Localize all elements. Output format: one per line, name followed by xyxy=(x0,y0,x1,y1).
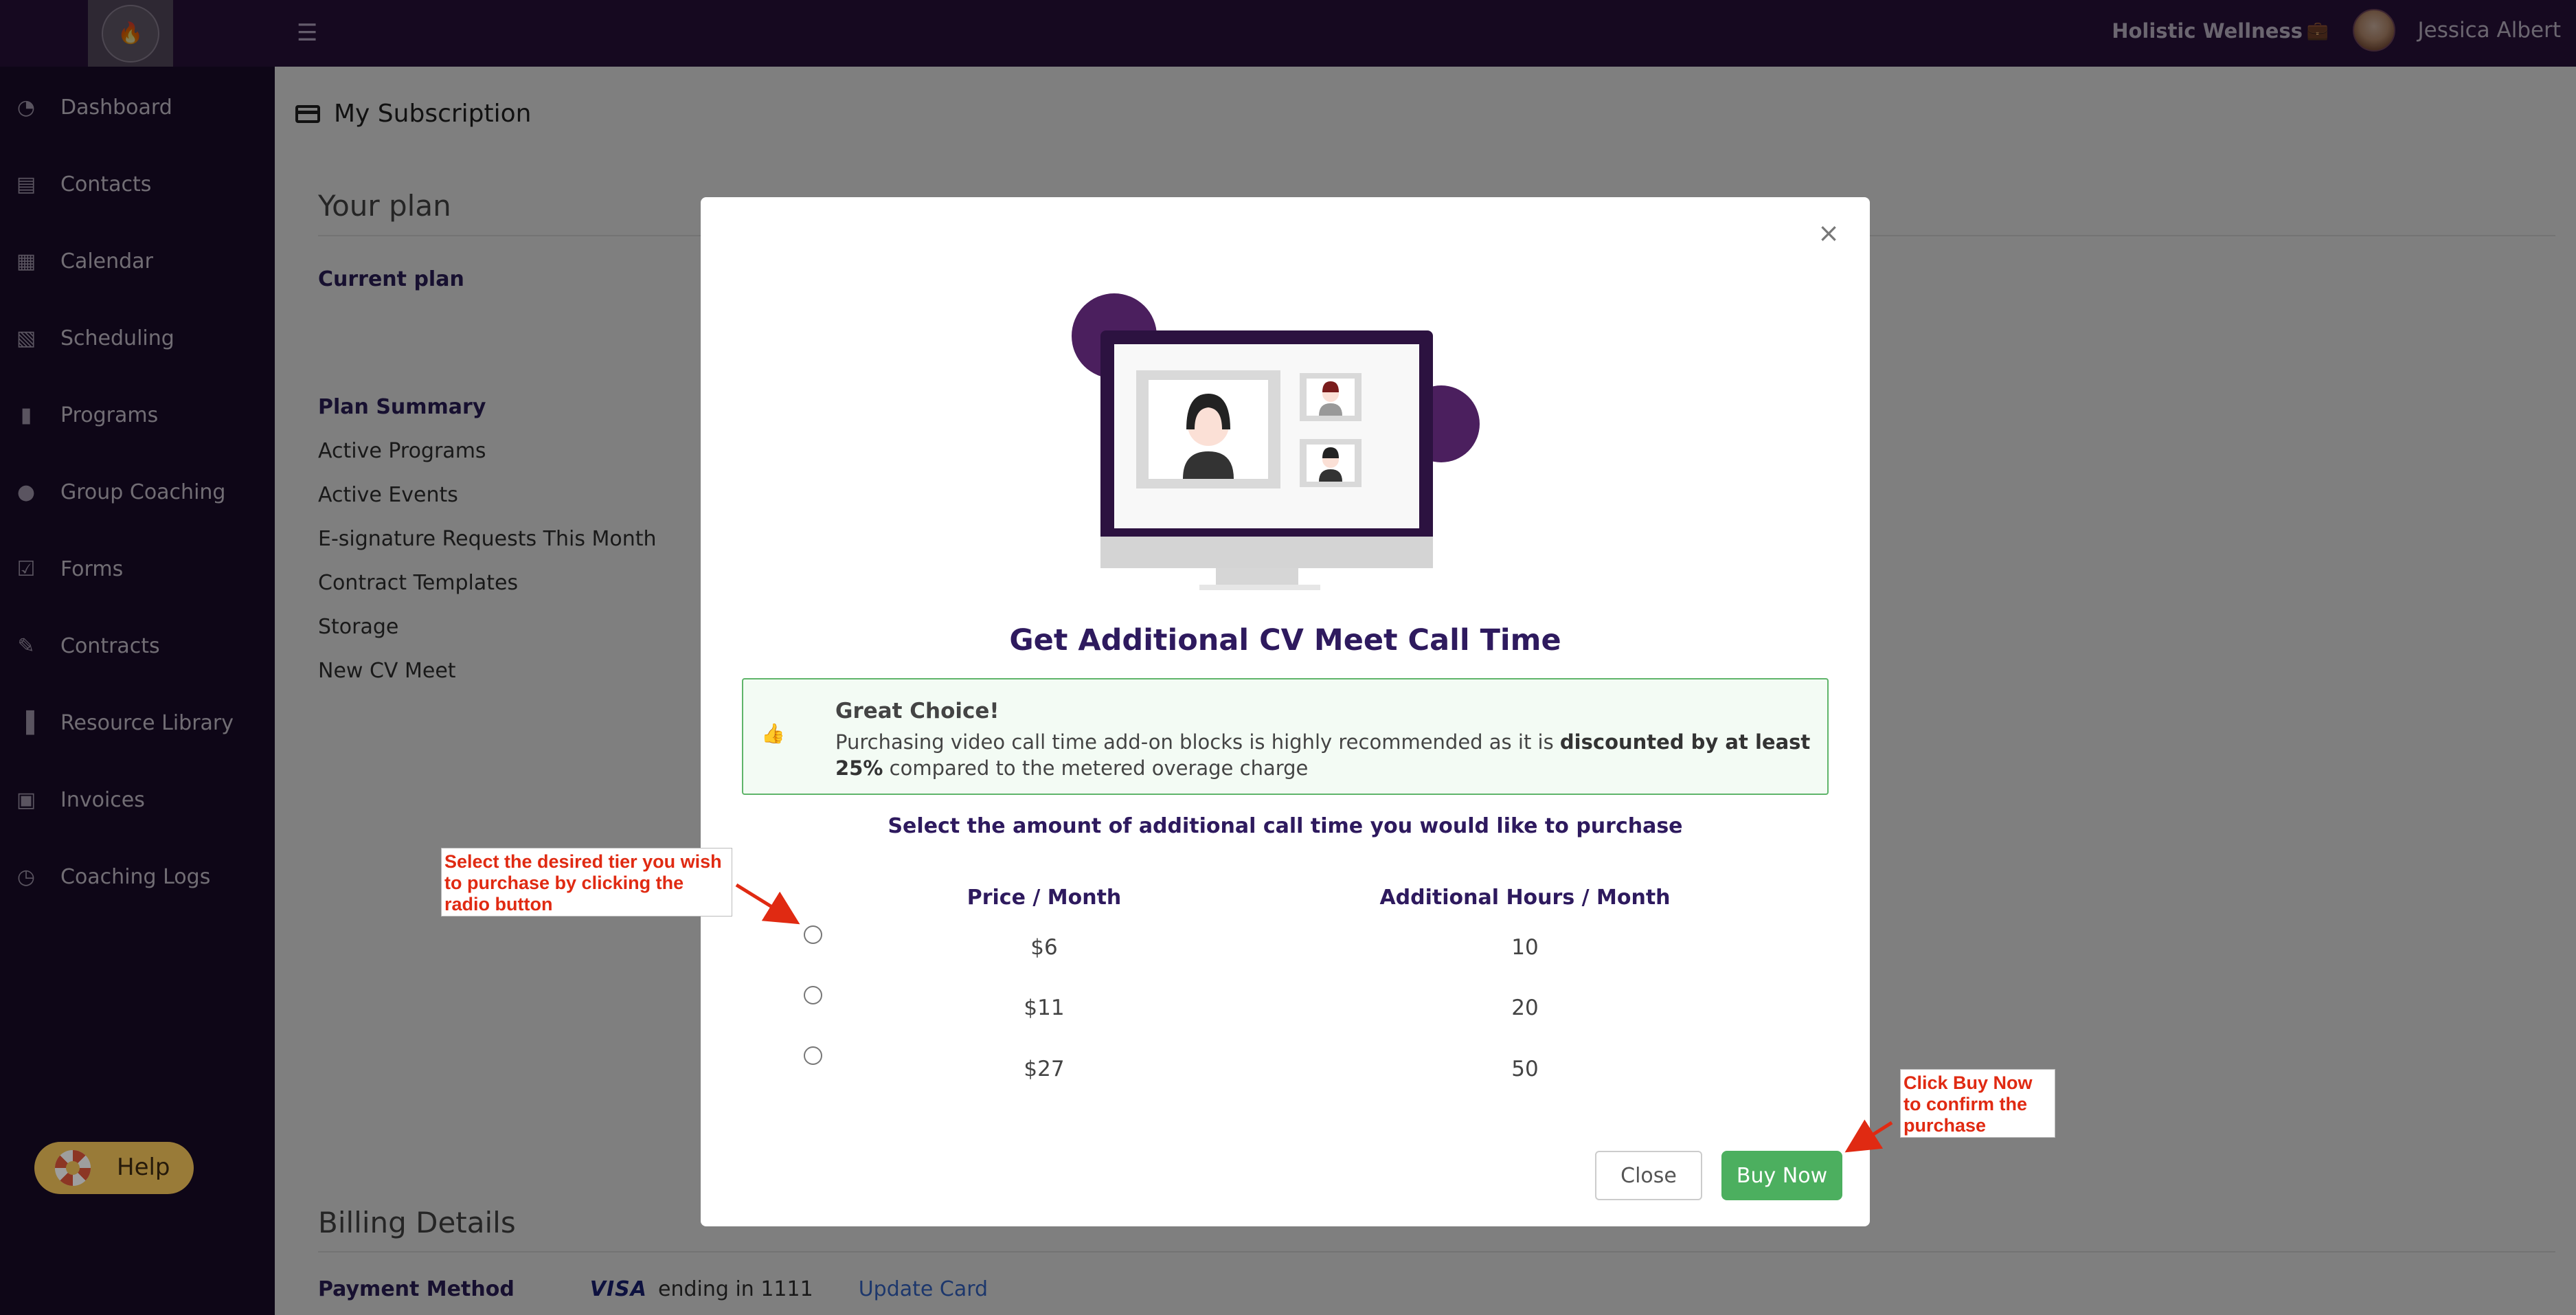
tier-price: $27 xyxy=(1024,1057,1065,1081)
tier-hours: 20 xyxy=(1511,996,1539,1020)
close-button[interactable]: Close xyxy=(1595,1151,1702,1200)
tier-hours: 10 xyxy=(1511,935,1539,960)
tier-radio-2[interactable] xyxy=(804,986,822,1004)
recommendation-alert: 👍 Great Choice! Purchasing video call ti… xyxy=(742,678,1829,795)
help-label: Help xyxy=(117,1154,170,1181)
help-button[interactable]: Help xyxy=(34,1142,194,1194)
column-header-hours: Additional Hours / Month xyxy=(1379,886,1671,910)
alert-text: Purchasing video call time add-on blocks… xyxy=(835,730,1811,780)
modal-title: Get Additional CV Meet Call Time xyxy=(1009,623,1561,658)
tier-price: $6 xyxy=(1030,935,1058,960)
select-instruction: Select the amount of additional call tim… xyxy=(888,814,1683,838)
tier-radio-1[interactable] xyxy=(804,925,822,944)
callout-select-tier: Select the desired tier you wish to purc… xyxy=(441,848,732,917)
video-call-illustration xyxy=(1072,293,1480,590)
buy-now-button[interactable]: Buy Now xyxy=(1721,1151,1842,1200)
thumbs-up-icon: 👍 xyxy=(761,722,785,745)
add-call-time-modal: × Get Additional CV Meet Call Time 👍 Gre… xyxy=(701,197,1870,1226)
tier-radio-3[interactable] xyxy=(804,1046,822,1065)
close-icon[interactable]: × xyxy=(1818,220,1840,246)
alert-title: Great Choice! xyxy=(835,699,999,723)
tier-hours: 50 xyxy=(1511,1057,1539,1081)
column-header-price: Price / Month xyxy=(967,886,1122,910)
tier-price: $11 xyxy=(1024,996,1065,1020)
lifebuoy-icon xyxy=(55,1150,91,1186)
callout-buy-now: Click Buy Now to confirm the purchase xyxy=(1900,1069,2055,1138)
